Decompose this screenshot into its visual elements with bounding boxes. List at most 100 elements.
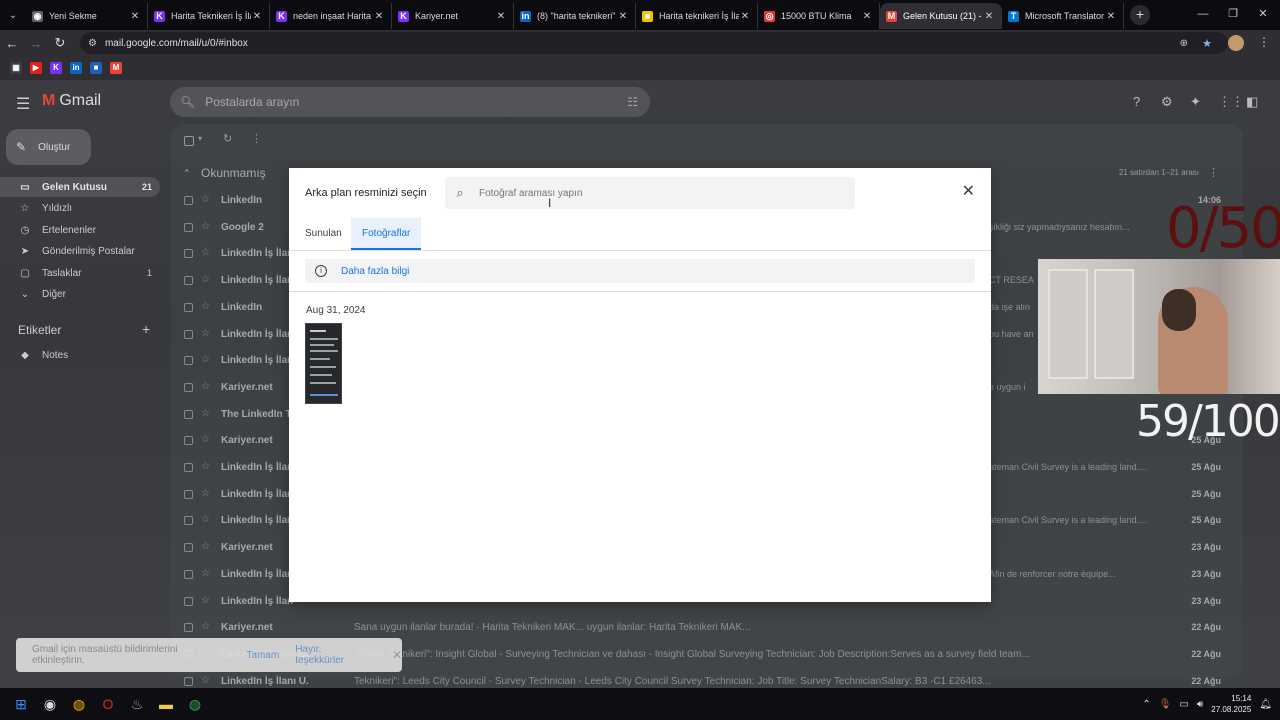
star-icon[interactable]: ☆: [201, 675, 210, 686]
minimize-icon[interactable]: —: [1188, 0, 1218, 30]
row-checkbox[interactable]: [184, 196, 193, 205]
browser-tab[interactable]: ■ Harita teknikeri İş İlan ✕: [636, 3, 758, 29]
star-icon[interactable]: ☆: [201, 301, 210, 312]
star-icon[interactable]: ☆: [201, 247, 210, 258]
youtube-icon[interactable]: ▶: [30, 62, 42, 74]
back-icon[interactable]: ←: [0, 36, 24, 51]
browser-tab[interactable]: M Gelen Kutusu (21) - ✕: [880, 3, 1002, 29]
browser-tab[interactable]: K Kariyer.net ✕: [392, 3, 514, 29]
star-icon[interactable]: ☆: [201, 595, 210, 606]
search-icon[interactable]: ⌕: [445, 185, 475, 201]
gemini-icon[interactable]: ✦: [1190, 94, 1201, 110]
star-icon[interactable]: ☆: [201, 408, 210, 419]
row-checkbox[interactable]: [184, 543, 193, 553]
search-options-icon[interactable]: ☷: [627, 95, 638, 109]
tab-close-icon[interactable]: ✕: [861, 11, 873, 22]
tab-close-icon[interactable]: ✕: [739, 11, 751, 22]
star-icon[interactable]: ☆: [201, 568, 210, 579]
compose-button[interactable]: ✎ Oluştur: [6, 129, 91, 165]
settings-gear-icon[interactable]: ⚙: [1161, 94, 1173, 110]
nav-item[interactable]: ☆ Yıldızlı: [0, 199, 160, 219]
mail-search-box[interactable]: 🔍︎ Postalarda arayın ☷: [170, 87, 650, 117]
browser-tab[interactable]: ◎ 15000 BTU Klima ✕: [758, 3, 880, 29]
star-icon[interactable]: ☆: [201, 221, 210, 232]
browser-tab[interactable]: in (8) "harita teknikeri" ✕: [514, 3, 636, 29]
photo-search-input[interactable]: [479, 187, 839, 199]
windows-start-icon[interactable]: ⊞: [7, 690, 35, 718]
mic-icon[interactable]: 🎙︎: [1159, 699, 1172, 710]
star-icon[interactable]: ☆: [201, 381, 210, 392]
obs-icon[interactable]: ◉: [36, 690, 64, 718]
section-collapse-icon[interactable]: ⌃: [183, 168, 191, 179]
select-all-checkbox[interactable]: [184, 136, 194, 146]
row-checkbox[interactable]: [184, 382, 193, 392]
row-checkbox[interactable]: [184, 222, 193, 232]
tab-close-icon[interactable]: ✕: [373, 11, 385, 22]
photo-thumbnail[interactable]: [305, 323, 342, 404]
star-icon[interactable]: ☆: [201, 461, 210, 472]
browser-tab[interactable]: ◉ Yeni Sekme ✕: [26, 3, 148, 29]
tab-close-icon[interactable]: ✕: [617, 11, 629, 22]
row-checkbox[interactable]: [184, 569, 193, 579]
close-dialog-icon[interactable]: ✕: [962, 184, 975, 200]
chrome-active-icon[interactable]: ◍: [181, 690, 209, 718]
refresh-icon[interactable]: ↻: [223, 132, 232, 145]
install-icon[interactable]: ⊕: [1180, 38, 1188, 49]
section-menu-icon[interactable]: ⋮: [1208, 166, 1219, 179]
tab-search-chevron-icon[interactable]: ⌄: [0, 0, 26, 30]
forward-icon[interactable]: →: [24, 36, 48, 51]
main-menu-icon[interactable]: ☰: [16, 94, 30, 114]
tab-close-icon[interactable]: ✕: [983, 11, 995, 22]
opera-icon[interactable]: O: [94, 690, 122, 718]
reload-icon[interactable]: ↻: [48, 35, 72, 51]
tab-close-icon[interactable]: ✕: [495, 11, 507, 22]
row-checkbox[interactable]: [184, 436, 193, 446]
site-info-icon[interactable]: ⚙: [88, 38, 97, 49]
apps-icon[interactable]: ▦: [10, 62, 22, 74]
row-checkbox[interactable]: [184, 623, 193, 633]
notifications-icon[interactable]: 🔔︎: [1259, 699, 1272, 710]
toast-ok-button[interactable]: Tamam: [246, 650, 279, 661]
tray-chevron-icon[interactable]: ⌃: [1142, 699, 1150, 710]
toast-no-button[interactable]: Hayır, teşekkürler: [295, 644, 372, 666]
omnibox[interactable]: ⚙ mail.google.com/mail/u/0/#inbox ⊕ ★: [80, 32, 1228, 54]
kariyer-icon[interactable]: K: [50, 62, 62, 74]
row-checkbox[interactable]: [184, 302, 193, 312]
star-icon[interactable]: ☆: [201, 354, 210, 365]
nav-item[interactable]: ⌄ Diğer: [0, 285, 160, 305]
row-checkbox[interactable]: [184, 676, 193, 686]
row-checkbox[interactable]: [184, 276, 193, 286]
select-chevron-icon[interactable]: ▾: [198, 134, 202, 143]
gmail-logo[interactable]: M Gmail: [42, 92, 101, 110]
row-checkbox[interactable]: [184, 489, 193, 499]
tab-close-icon[interactable]: ✕: [129, 11, 141, 22]
menu-icon[interactable]: ⋮: [1258, 35, 1270, 49]
star-icon[interactable]: ☆: [201, 488, 210, 499]
star-icon[interactable]: ☆: [201, 514, 210, 525]
row-checkbox[interactable]: [184, 249, 193, 259]
nav-item[interactable]: ➤ Gönderilmiş Postalar: [0, 242, 160, 262]
toast-close-icon[interactable]: ✕: [392, 648, 402, 662]
tab-close-icon[interactable]: ✕: [251, 11, 263, 22]
row-checkbox[interactable]: [184, 463, 193, 472]
add-label-icon[interactable]: +: [142, 321, 150, 337]
clock[interactable]: 15:14 27.08.2025: [1211, 693, 1251, 715]
volume-icon[interactable]: 🔊︎: [1197, 699, 1203, 710]
nav-item[interactable]: ▢ Taslaklar 1: [0, 263, 160, 283]
star-icon[interactable]: ☆: [201, 194, 210, 205]
star-icon[interactable]: ☆: [201, 274, 210, 285]
google-apps-icon[interactable]: ⋮⋮: [1218, 94, 1244, 110]
row-checkbox[interactable]: [184, 356, 193, 366]
label-item-notes[interactable]: ◆ Notes: [0, 345, 160, 365]
star-icon[interactable]: ☆: [201, 434, 210, 445]
linkedin-icon[interactable]: in: [70, 62, 82, 74]
maximize-icon[interactable]: ❐: [1218, 0, 1248, 30]
row-checkbox[interactable]: [184, 516, 193, 526]
gmail-icon[interactable]: M: [110, 62, 122, 74]
nav-item[interactable]: ▭ Gelen Kutusu 21: [0, 177, 160, 197]
network-icon[interactable]: ▭: [1179, 699, 1188, 710]
account-avatar[interactable]: ◧: [1246, 94, 1258, 110]
tab-fotograflar[interactable]: Fotoğraflar: [351, 218, 422, 250]
row-checkbox[interactable]: [184, 596, 193, 606]
star-icon[interactable]: ☆: [201, 621, 210, 632]
